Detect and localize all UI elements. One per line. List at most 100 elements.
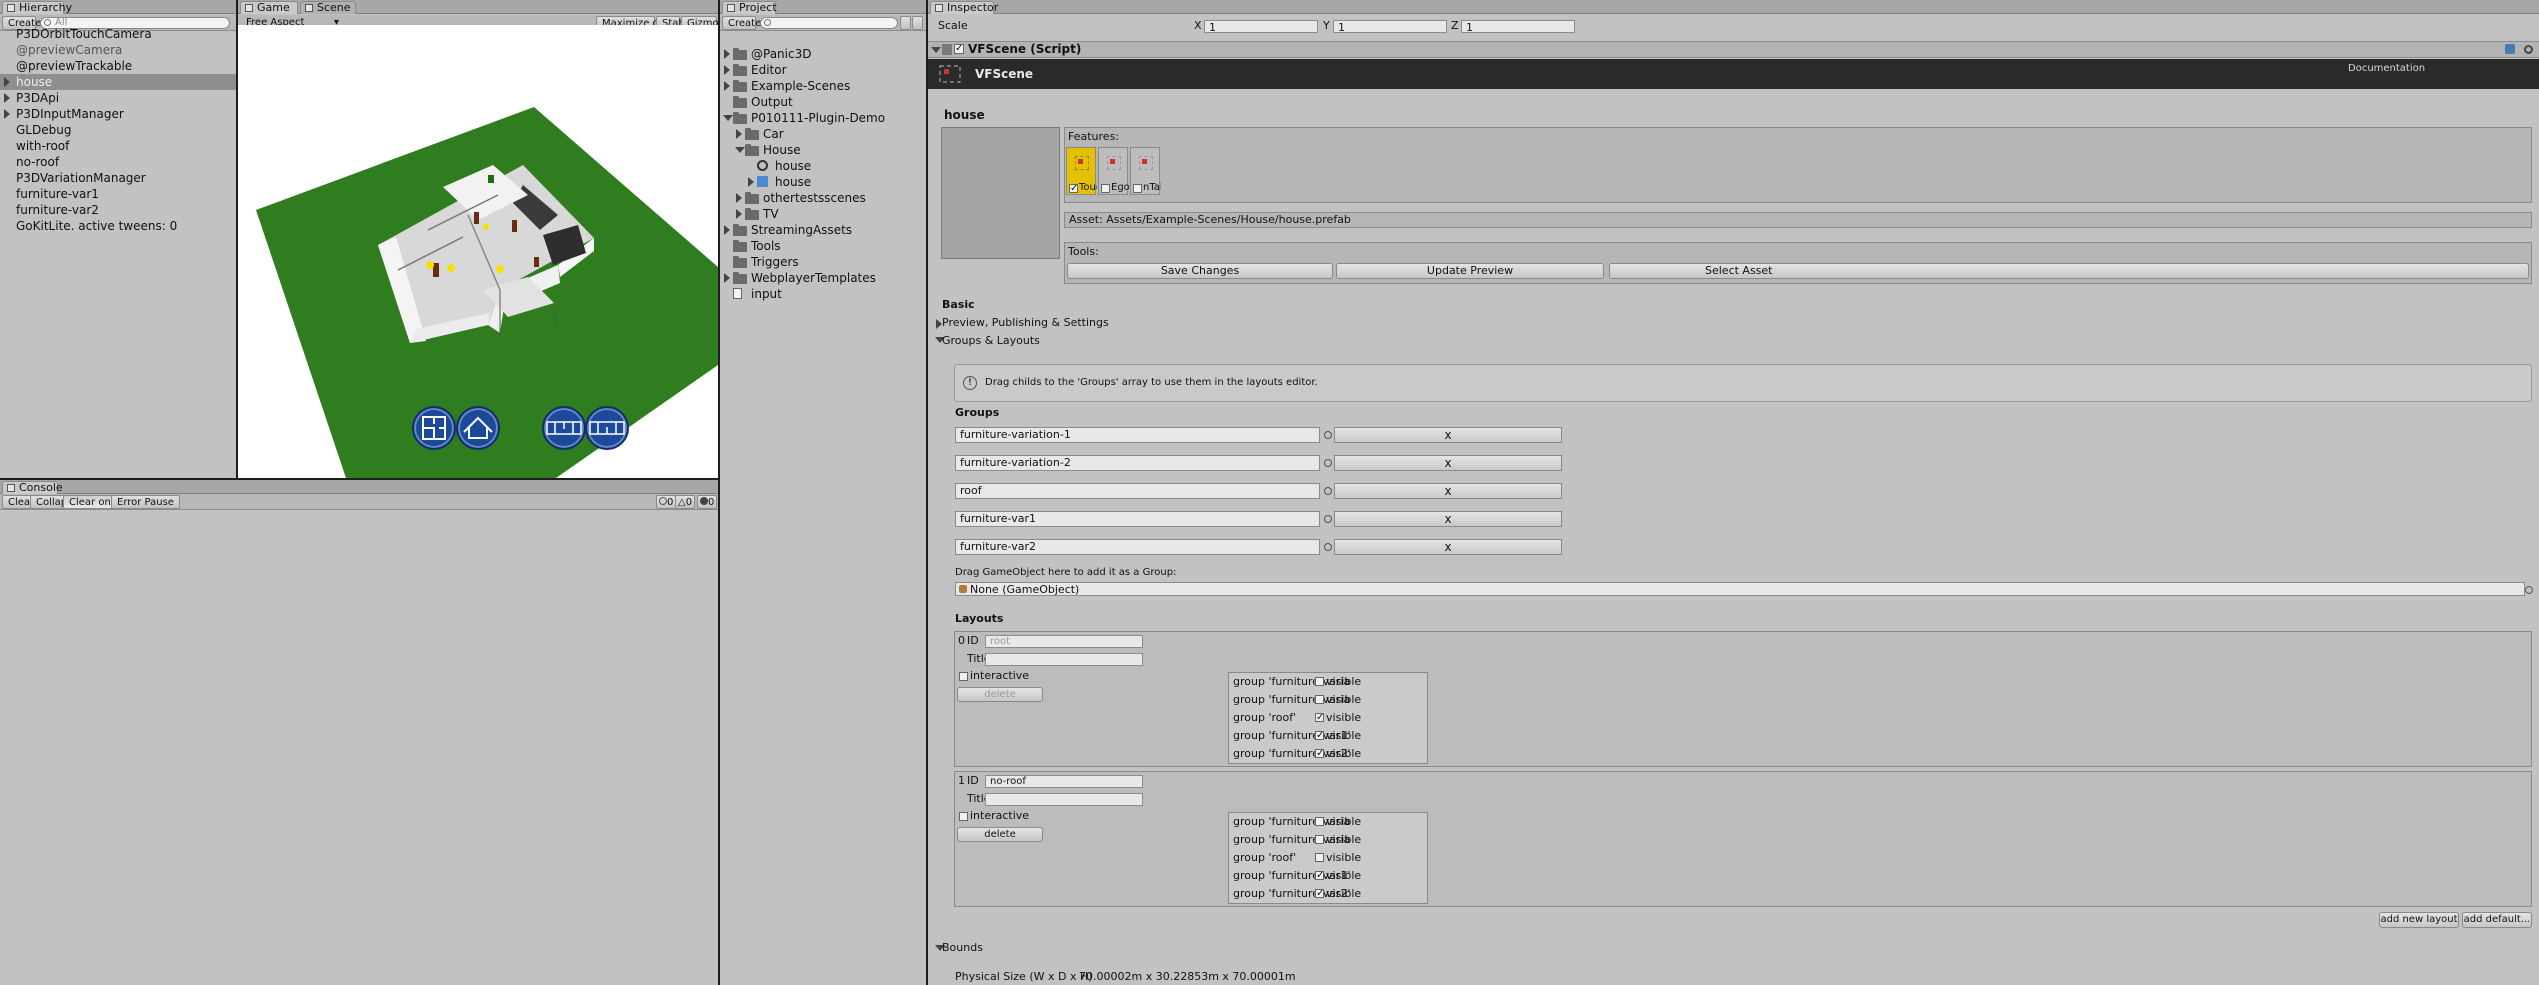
visible-checkbox[interactable]: ✓ [1315,749,1324,759]
project-tree-item[interactable]: StreamingAssets [720,222,926,238]
feature-checkbox[interactable]: ✓ [1069,184,1078,194]
project-tree-item[interactable]: input [720,286,926,302]
group-name-field[interactable]: roof [955,483,1320,499]
select-asset-button[interactable]: Select Asset [1609,263,2529,279]
layout-title-field[interactable] [985,793,1143,806]
add-new-layout-button[interactable]: add new layout [2379,912,2459,928]
project-tree-item[interactable]: P010111-Plugin-Demo [720,110,926,126]
expand-arrow-icon[interactable] [736,193,742,203]
expand-arrow-icon[interactable] [724,225,730,235]
group-name-field[interactable]: furniture-variation-2 [955,455,1320,471]
expand-arrow-icon[interactable] [736,209,742,219]
group-name-field[interactable]: furniture-var1 [955,511,1320,527]
interactive-checkbox[interactable] [959,812,968,821]
project-tree-item[interactable]: TV [720,206,926,222]
project-tree-item[interactable]: Example-Scenes [720,78,926,94]
layout-id-field[interactable]: no-roof [985,775,1143,788]
hierarchy-item[interactable]: furniture-var2 [0,202,236,218]
visible-checkbox[interactable] [1315,817,1324,826]
expand-arrow-icon[interactable] [736,129,742,139]
hierarchy-item[interactable]: P3DInputManager [0,106,236,122]
group-name-field[interactable]: furniture-var2 [955,539,1320,555]
documentation-link[interactable]: Documentation [2348,63,2425,74]
hierarchy-item[interactable]: P3DApi [0,90,236,106]
add-default-button[interactable]: add default... [2462,912,2532,928]
delete-layout-button[interactable]: delete [957,827,1043,842]
hierarchy-item[interactable]: @previewTrackable [0,58,236,74]
hierarchy-item[interactable]: furniture-var1 [0,186,236,202]
project-tree-item[interactable]: Editor [720,62,926,78]
object-picker-icon[interactable] [2525,586,2533,594]
console-error-pause-toggle[interactable]: Error Pause [111,495,180,509]
group-object-field[interactable]: None (GameObject) [955,582,2525,596]
remove-group-button[interactable]: x [1334,427,1562,443]
object-picker-icon[interactable] [1324,459,1332,467]
tab-game[interactable]: Game [240,1,298,14]
object-picker-icon[interactable] [1324,515,1332,523]
tab-project[interactable]: Project [722,1,777,14]
interactive-checkbox[interactable] [959,672,968,681]
object-picker-icon[interactable] [1324,543,1332,551]
help-icon[interactable] [2505,44,2515,54]
preview-publishing-foldout[interactable]: Preview, Publishing & Settings [942,316,1109,330]
console-info-toggle[interactable]: 0 [656,495,677,509]
console-error-toggle[interactable]: 0 [697,495,718,509]
project-tree-item[interactable]: othertestsscenes [720,190,926,206]
save-changes-button[interactable]: Save Changes [1067,263,1333,279]
hierarchy-item[interactable]: P3DOrbitTouchCamera [0,26,236,42]
project-tree-item[interactable]: house [720,158,926,174]
remove-group-button[interactable]: x [1334,483,1562,499]
expand-arrow-icon[interactable] [724,49,730,59]
remove-group-button[interactable]: x [1334,539,1562,555]
console-warning-toggle[interactable]: △0 [675,495,696,509]
component-enabled-checkbox[interactable]: ✓ [954,44,964,54]
project-tree-item[interactable]: @Panic3D [720,46,926,62]
feature-checkbox[interactable] [1101,184,1110,193]
groups-layouts-foldout[interactable]: Groups & Layouts [942,334,1040,348]
hierarchy-item[interactable]: with-roof [0,138,236,154]
feature-toggle[interactable]: Ego [1098,147,1129,195]
visible-checkbox[interactable] [1315,853,1324,862]
tab-hierarchy[interactable]: Hierarchy [2,1,72,14]
project-tree-item[interactable]: Output [720,94,926,110]
visible-checkbox[interactable]: ✓ [1315,713,1324,723]
hierarchy-item[interactable]: no-roof [0,154,236,170]
remove-group-button[interactable]: x [1334,511,1562,527]
group-name-field[interactable]: furniture-variation-1 [955,427,1320,443]
visible-checkbox[interactable] [1315,695,1324,704]
filter-type-button[interactable] [900,16,911,30]
visible-checkbox[interactable] [1315,835,1324,844]
gear-icon[interactable] [2524,45,2533,54]
expand-arrow-icon[interactable] [724,65,730,75]
project-tree-item[interactable]: Tools [720,238,926,254]
feature-toggle[interactable]: nTable [1130,147,1161,195]
hierarchy-item[interactable]: GLDebug [0,122,236,138]
expand-arrow-icon[interactable] [4,93,10,103]
scale-x-field[interactable]: 1 [1204,20,1318,33]
expand-arrow-icon[interactable] [4,77,10,87]
hierarchy-item[interactable]: P3DVariationManager [0,170,236,186]
collapse-arrow-icon[interactable] [723,115,733,121]
feature-checkbox[interactable] [1133,184,1142,193]
project-tree-item[interactable]: house [720,174,926,190]
hierarchy-item[interactable]: house [0,74,236,90]
game-viewport[interactable] [238,25,718,478]
tab-scene[interactable]: Scene [300,1,356,14]
project-tree-item[interactable]: Triggers [720,254,926,270]
scale-y-field[interactable]: 1 [1333,20,1447,33]
floorplan-button[interactable] [412,406,456,450]
visible-checkbox[interactable]: ✓ [1315,731,1324,741]
delete-layout-button[interactable]: delete [957,687,1043,702]
furniture-var1-button[interactable] [542,406,586,450]
furniture-var2-button[interactable] [585,406,629,450]
layout-title-field[interactable] [985,653,1143,666]
visible-checkbox[interactable]: ✓ [1315,889,1324,899]
expand-arrow-icon[interactable] [724,273,730,283]
house-view-button[interactable] [456,406,500,450]
project-tree-item[interactable]: House [720,142,926,158]
scale-z-field[interactable]: 1 [1461,20,1575,33]
expand-arrow-icon[interactable] [4,109,10,119]
tab-console[interactable]: Console [2,481,63,494]
component-header[interactable]: ✓ VFScene (Script) [928,41,2539,58]
visible-checkbox[interactable] [1315,677,1324,686]
